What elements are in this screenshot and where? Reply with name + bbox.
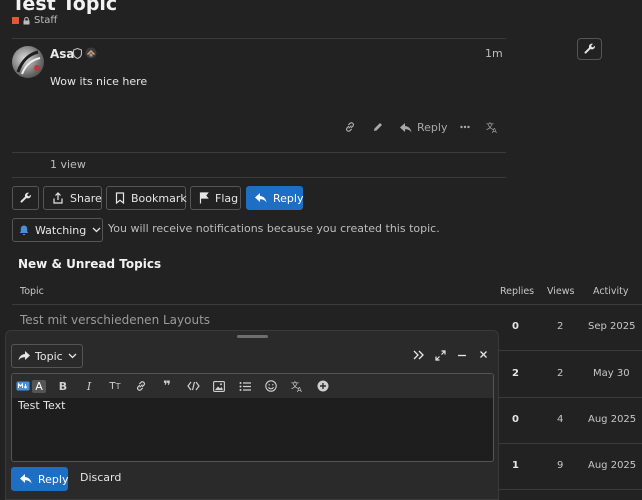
topic-replies-count: 0	[512, 321, 519, 332]
wrench-icon	[20, 192, 32, 204]
topic-admin-button[interactable]	[12, 186, 39, 210]
bookmark-label: Bookmark	[131, 191, 187, 205]
notification-notice: You will receive notifications because y…	[108, 222, 440, 235]
divider	[499, 489, 642, 490]
composer-submit-label: Reply	[38, 472, 69, 486]
category-name: Staff	[34, 15, 58, 26]
topic-activity-date[interactable]: Sep 2025	[588, 321, 635, 332]
column-header-replies[interactable]: Replies	[500, 286, 534, 297]
rich-text-a-icon: A	[32, 379, 46, 393]
edit-pencil-icon[interactable]	[372, 121, 384, 133]
post-body: Wow its nice here	[50, 75, 148, 88]
reply-arrow-icon	[20, 474, 32, 484]
heading-icon[interactable]: TT	[102, 374, 128, 398]
reply-arrow-icon	[400, 122, 412, 133]
fullscreen-expand-icon[interactable]	[435, 350, 446, 361]
suggested-topic-title[interactable]: Test mit verschiedenen Layouts	[20, 313, 210, 327]
notification-level-label: Watching	[35, 223, 87, 237]
composer-resize-grip[interactable]	[237, 335, 268, 338]
topic-views-count: 2	[557, 368, 564, 379]
close-icon[interactable]	[479, 350, 488, 359]
share-icon	[52, 192, 64, 204]
avatar[interactable]	[12, 46, 44, 78]
topic-reply-label: Reply	[273, 191, 304, 205]
topic-views-count: 4	[557, 414, 564, 425]
divider	[499, 397, 642, 398]
bookmark-icon	[115, 192, 125, 204]
more-actions-icon[interactable]	[459, 121, 471, 133]
post-reply-label: Reply	[417, 121, 448, 134]
reply-arrow-icon	[255, 193, 267, 203]
moderator-shield-icon	[73, 48, 82, 59]
category-color-swatch	[12, 17, 19, 24]
post-timestamp[interactable]: 1m	[485, 47, 503, 60]
divider	[12, 304, 642, 305]
markdown-icon	[16, 381, 30, 391]
topic-admin-wrench-button[interactable]	[577, 38, 602, 60]
code-icon[interactable]	[180, 374, 206, 398]
wrench-icon	[584, 43, 596, 55]
post-views: 1 view	[50, 158, 86, 171]
chevron-down-icon	[92, 227, 101, 233]
topic-reply-button[interactable]: Reply	[246, 186, 303, 210]
composer-text[interactable]: Test Text	[18, 399, 65, 412]
translate-icon[interactable]: 文A	[486, 121, 499, 133]
topic-replies-count: 2	[512, 368, 519, 379]
share-label: Share	[70, 191, 102, 205]
bookmark-button[interactable]: Bookmark	[106, 186, 187, 210]
share-arrow-icon	[18, 351, 30, 361]
post-username[interactable]: Asa	[50, 47, 75, 61]
flag-icon	[199, 192, 209, 204]
topic-replies-count: 0	[512, 414, 519, 425]
divider	[12, 152, 506, 153]
share-button[interactable]: Share	[43, 186, 102, 210]
image-upload-icon[interactable]	[206, 374, 232, 398]
topic-activity-date[interactable]: Aug 2025	[588, 414, 636, 425]
topic-title: Test Topic	[12, 0, 118, 15]
flag-label: Flag	[215, 191, 239, 205]
chevron-down-icon	[68, 353, 77, 359]
column-header-activity[interactable]: Activity	[593, 286, 629, 297]
collapse-double-chevron-icon[interactable]	[413, 350, 424, 360]
divider	[499, 350, 642, 351]
composer-action-label: Topic	[35, 349, 63, 363]
composer-submit-button[interactable]: Reply	[11, 467, 68, 491]
divider	[12, 177, 506, 178]
column-header-topic[interactable]: Topic	[20, 286, 44, 297]
column-header-views[interactable]: Views	[547, 286, 575, 297]
topic-activity-date[interactable]: Aug 2025	[588, 460, 636, 471]
topic-activity-date[interactable]: May 30	[593, 368, 630, 379]
topic-replies-count: 1	[512, 460, 519, 471]
category-badge[interactable]: Staff	[12, 15, 57, 26]
notification-level-dropdown[interactable]: Watching	[12, 218, 103, 242]
divider	[499, 443, 642, 444]
svg-text:A: A	[492, 127, 497, 133]
minimize-icon[interactable]	[457, 350, 467, 360]
discard-button[interactable]: Discard	[80, 471, 121, 484]
composer-toolbar: A B I TT ❞ 文A	[12, 374, 493, 398]
user-flair-icon	[85, 47, 97, 59]
topic-views-count: 9	[557, 460, 564, 471]
bullet-list-icon[interactable]	[232, 374, 258, 398]
composer-action-dropdown[interactable]: Topic	[11, 344, 83, 368]
bell-icon	[19, 225, 29, 236]
add-more-icon[interactable]	[310, 374, 336, 398]
svg-text:A: A	[297, 386, 302, 392]
bold-icon[interactable]: B	[50, 374, 76, 398]
editor-mode-toggle[interactable]: A	[12, 374, 50, 398]
quote-icon[interactable]: ❞	[154, 374, 180, 398]
italic-icon[interactable]: I	[76, 374, 102, 398]
emoji-icon[interactable]	[258, 374, 284, 398]
link-icon[interactable]	[128, 374, 154, 398]
suggested-topics-heading: New & Unread Topics	[18, 257, 162, 271]
translate-icon[interactable]: 文A	[284, 374, 310, 398]
lock-icon	[23, 16, 30, 25]
flag-button[interactable]: Flag	[190, 186, 241, 210]
post-reply-button[interactable]: Reply	[400, 121, 447, 134]
copy-link-icon[interactable]	[344, 121, 356, 133]
topic-views-count: 2	[557, 321, 564, 332]
divider	[12, 38, 506, 39]
